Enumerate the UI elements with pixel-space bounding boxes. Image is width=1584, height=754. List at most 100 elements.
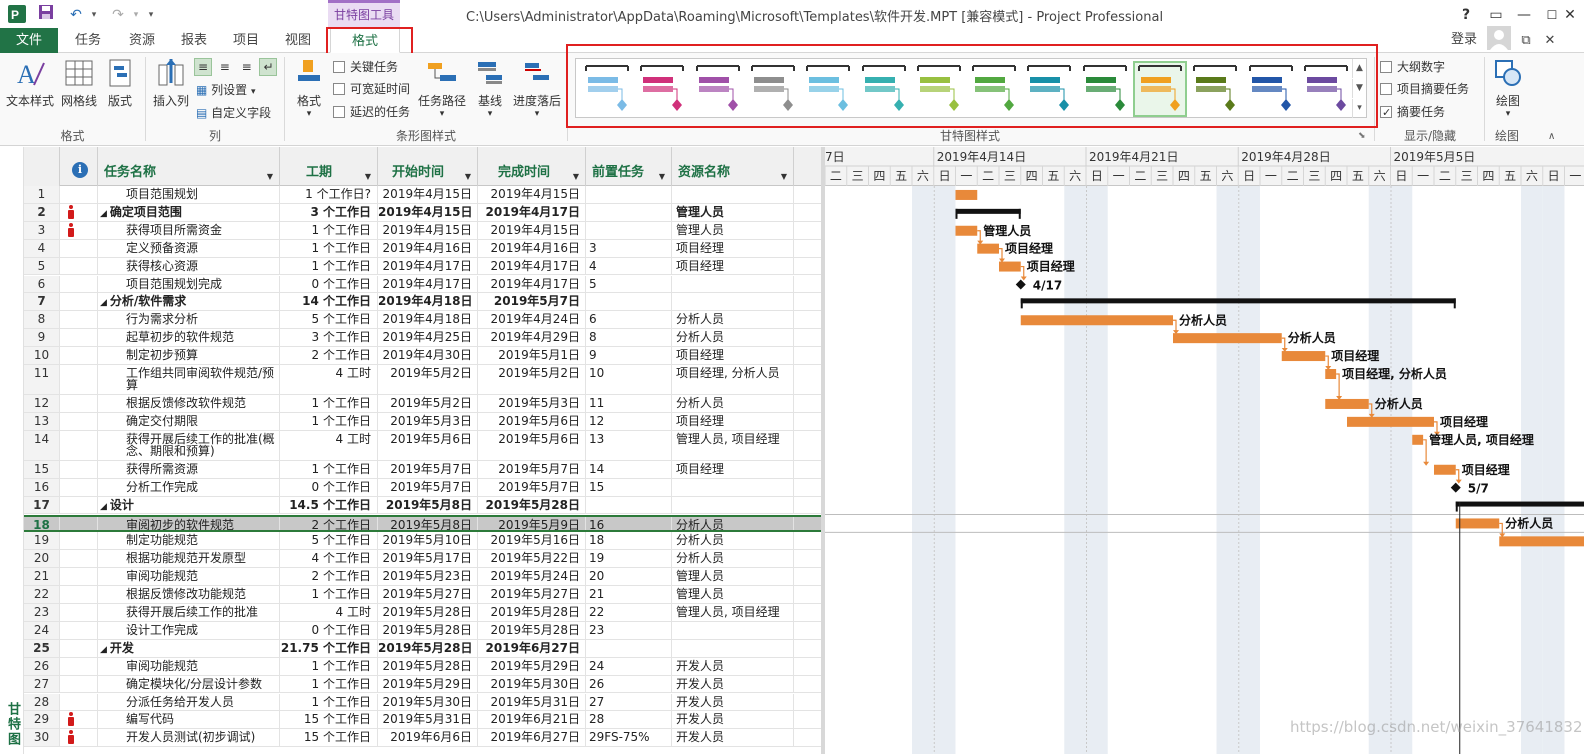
predecessors-cell[interactable]: 6 <box>586 311 672 329</box>
format-bar-button[interactable]: 格式 ▾ <box>288 57 330 119</box>
row-id[interactable]: 25 <box>24 639 60 657</box>
duration-cell[interactable]: 0 个工作日 <box>280 275 378 293</box>
add-column-cell[interactable] <box>794 640 821 657</box>
save-icon[interactable] <box>34 4 58 26</box>
checkbox-box[interactable] <box>1380 61 1392 73</box>
task-row[interactable]: 10 制定初步预算 2 个工作日 2019年4月30日 2019年5月1日 9 项目经理 <box>24 347 821 365</box>
start-cell[interactable]: 2019年4月18日 <box>378 311 478 329</box>
row-id[interactable]: 6 <box>24 275 60 293</box>
row-id[interactable]: 12 <box>24 395 60 412</box>
predecessors-cell[interactable]: 16 <box>586 516 672 531</box>
task-name-cell[interactable]: 确定模块化/分层设计参数 <box>98 675 280 693</box>
task-row[interactable]: 23 获得开展后续工作的批准 4 工时 2019年5月28日 2019年5月28日 22 管… <box>24 604 821 622</box>
task-row[interactable]: 24 设计工作完成 0 个工作日 2019年5月28日 2019年5月28日 23 <box>24 621 821 640</box>
start-cell[interactable]: 2019年5月27日 <box>378 586 478 603</box>
checkbox-box[interactable] <box>333 61 345 73</box>
row-id[interactable]: 24 <box>24 621 60 639</box>
add-column-cell[interactable] <box>794 622 821 639</box>
task-row[interactable]: 8 行为需求分析 5 个工作日 2019年4月18日 2019年4月24日 6 分析人员 <box>24 311 821 330</box>
finish-cell[interactable]: 2019年5月28日 <box>478 604 586 621</box>
resources-cell[interactable]: 开发人员 <box>672 693 794 711</box>
finish-cell[interactable]: 2019年4月16日 <box>478 239 586 257</box>
add-column-cell[interactable] <box>794 222 821 239</box>
predecessors-cell[interactable]: 18 <box>586 532 672 550</box>
task-name-cell[interactable]: 项目范围规划 <box>98 186 280 203</box>
row-id[interactable]: 17 <box>24 496 60 514</box>
row-id[interactable]: 26 <box>24 657 60 675</box>
row-id[interactable]: 9 <box>24 329 60 347</box>
collapse-triangle-icon[interactable]: ◢ <box>100 298 107 308</box>
row-id[interactable]: 8 <box>24 311 60 329</box>
add-column-cell[interactable] <box>794 479 821 496</box>
predecessors-cell[interactable]: 29FS-75% <box>586 729 672 747</box>
duration-cell[interactable]: 2 个工作日 <box>280 568 378 586</box>
minimize-icon[interactable]: — <box>1510 4 1538 26</box>
row-id[interactable]: 20 <box>24 550 60 568</box>
finish-cell[interactable]: 2019年5月7日 <box>478 460 586 478</box>
task-row[interactable]: 27 确定模块化/分层设计参数 1 个工作日 2019年5月29日 2019年5月30日… <box>24 675 821 694</box>
row-id[interactable]: 2 <box>24 203 60 221</box>
predecessors-cell[interactable]: 12 <box>586 412 672 430</box>
task-name-cell[interactable]: 设计工作完成 <box>98 621 280 639</box>
resources-cell[interactable]: 分析人员 <box>672 329 794 347</box>
close-icon[interactable]: ✕ <box>1556 4 1584 26</box>
resources-cell[interactable] <box>672 275 794 293</box>
finish-cell[interactable]: 2019年5月3日 <box>478 395 586 412</box>
finish-cell[interactable]: 2019年5月7日 <box>478 293 586 311</box>
duration-cell[interactable]: 4 工时 <box>280 365 378 394</box>
predecessors-cell[interactable] <box>586 293 672 311</box>
start-cell[interactable]: 2019年4月30日 <box>378 347 478 364</box>
task-name-cell[interactable]: 工作组共同审阅软件规范/预算 <box>98 365 280 394</box>
resources-cell[interactable]: 分析人员 <box>672 395 794 412</box>
signin-link[interactable]: 登录 <box>1446 27 1482 52</box>
indicators-header[interactable]: i <box>60 147 98 186</box>
start-cell[interactable]: 2019年5月6日 <box>378 430 478 460</box>
predecessors-cell[interactable]: 21 <box>586 586 672 603</box>
finish-cell[interactable]: 2019年5月9日 <box>478 516 586 531</box>
tab-resource[interactable]: 资源 <box>116 28 168 53</box>
row-id[interactable]: 16 <box>24 478 60 496</box>
add-column-cell[interactable] <box>794 586 821 603</box>
finish-cell[interactable]: 2019年5月6日 <box>478 412 586 430</box>
predecessors-cell[interactable]: 26 <box>586 675 672 693</box>
predecessors-cell[interactable]: 9 <box>586 347 672 364</box>
task-row[interactable]: 28 分派任务给开发人员 1 个工作日 2019年5月30日 2019年5月31日 27 开… <box>24 693 821 712</box>
add-column-cell[interactable] <box>794 729 821 746</box>
start-cell[interactable]: 2019年5月28日 <box>378 657 478 675</box>
start-cell[interactable]: 2019年5月31日 <box>378 711 478 729</box>
finish-cell[interactable]: 2019年6月21日 <box>478 711 586 729</box>
row-id[interactable]: 19 <box>24 532 60 550</box>
finish-cell[interactable]: 2019年5月29日 <box>478 657 586 675</box>
start-cell[interactable]: 2019年4月15日 <box>378 221 478 239</box>
duration-cell[interactable]: 1 个工作日 <box>280 412 378 430</box>
predecessors-cell[interactable]: 3 <box>586 239 672 257</box>
task-name-cell[interactable]: 分派任务给开发人员 <box>98 693 280 711</box>
outline-number-checkbox[interactable]: 大纲数字 <box>1380 57 1445 77</box>
finish-cell[interactable]: 2019年4月17日 <box>478 257 586 275</box>
duration-cell[interactable]: 1 个工作日 <box>280 693 378 711</box>
task-row[interactable]: 26 审阅功能规范 1 个工作日 2019年5月28日 2019年5月29日 24 开发人员 <box>24 657 821 676</box>
row-id[interactable]: 13 <box>24 412 60 430</box>
row-id[interactable]: 3 <box>24 221 60 239</box>
help-button[interactable]: ? <box>1452 4 1480 26</box>
duration-cell[interactable]: 1 个工作日 <box>280 395 378 412</box>
task-row[interactable]: 12 根据反馈修改软件规范 1 个工作日 2019年5月2日 2019年5月3日 11 分析… <box>24 395 821 413</box>
resources-cell[interactable]: 管理人员 <box>672 221 794 239</box>
start-cell[interactable]: 2019年5月29日 <box>378 675 478 693</box>
add-column-cell[interactable] <box>794 497 821 514</box>
task-name-cell[interactable]: 编写代码 <box>98 711 280 729</box>
user-avatar-icon[interactable] <box>1486 26 1512 51</box>
add-column-cell[interactable] <box>794 604 821 621</box>
column-header-add[interactable] <box>794 147 821 186</box>
task-path-button[interactable]: 任务路径 ▾ <box>416 57 468 119</box>
predecessors-cell[interactable]: 5 <box>586 275 672 293</box>
predecessors-cell[interactable]: 10 <box>586 365 672 394</box>
collapse-triangle-icon[interactable]: ◢ <box>100 502 107 512</box>
task-row[interactable]: 18 审阅初步的软件规范 2 个工作日 2019年5月8日 2019年5月9日 16 分析人… <box>24 514 821 533</box>
task-row[interactable]: 15 获得所需资源 1 个工作日 2019年5月7日 2019年5月7日 14 项目经理 <box>24 460 821 479</box>
critical-tasks-checkbox[interactable]: 关键任务 <box>333 57 398 77</box>
add-column-cell[interactable] <box>794 395 821 412</box>
undo-dropdown-icon[interactable]: ▾ <box>88 4 100 26</box>
late-tasks-checkbox[interactable]: 延迟的任务 <box>333 102 410 122</box>
duration-cell[interactable]: 15 个工作日 <box>280 711 378 729</box>
